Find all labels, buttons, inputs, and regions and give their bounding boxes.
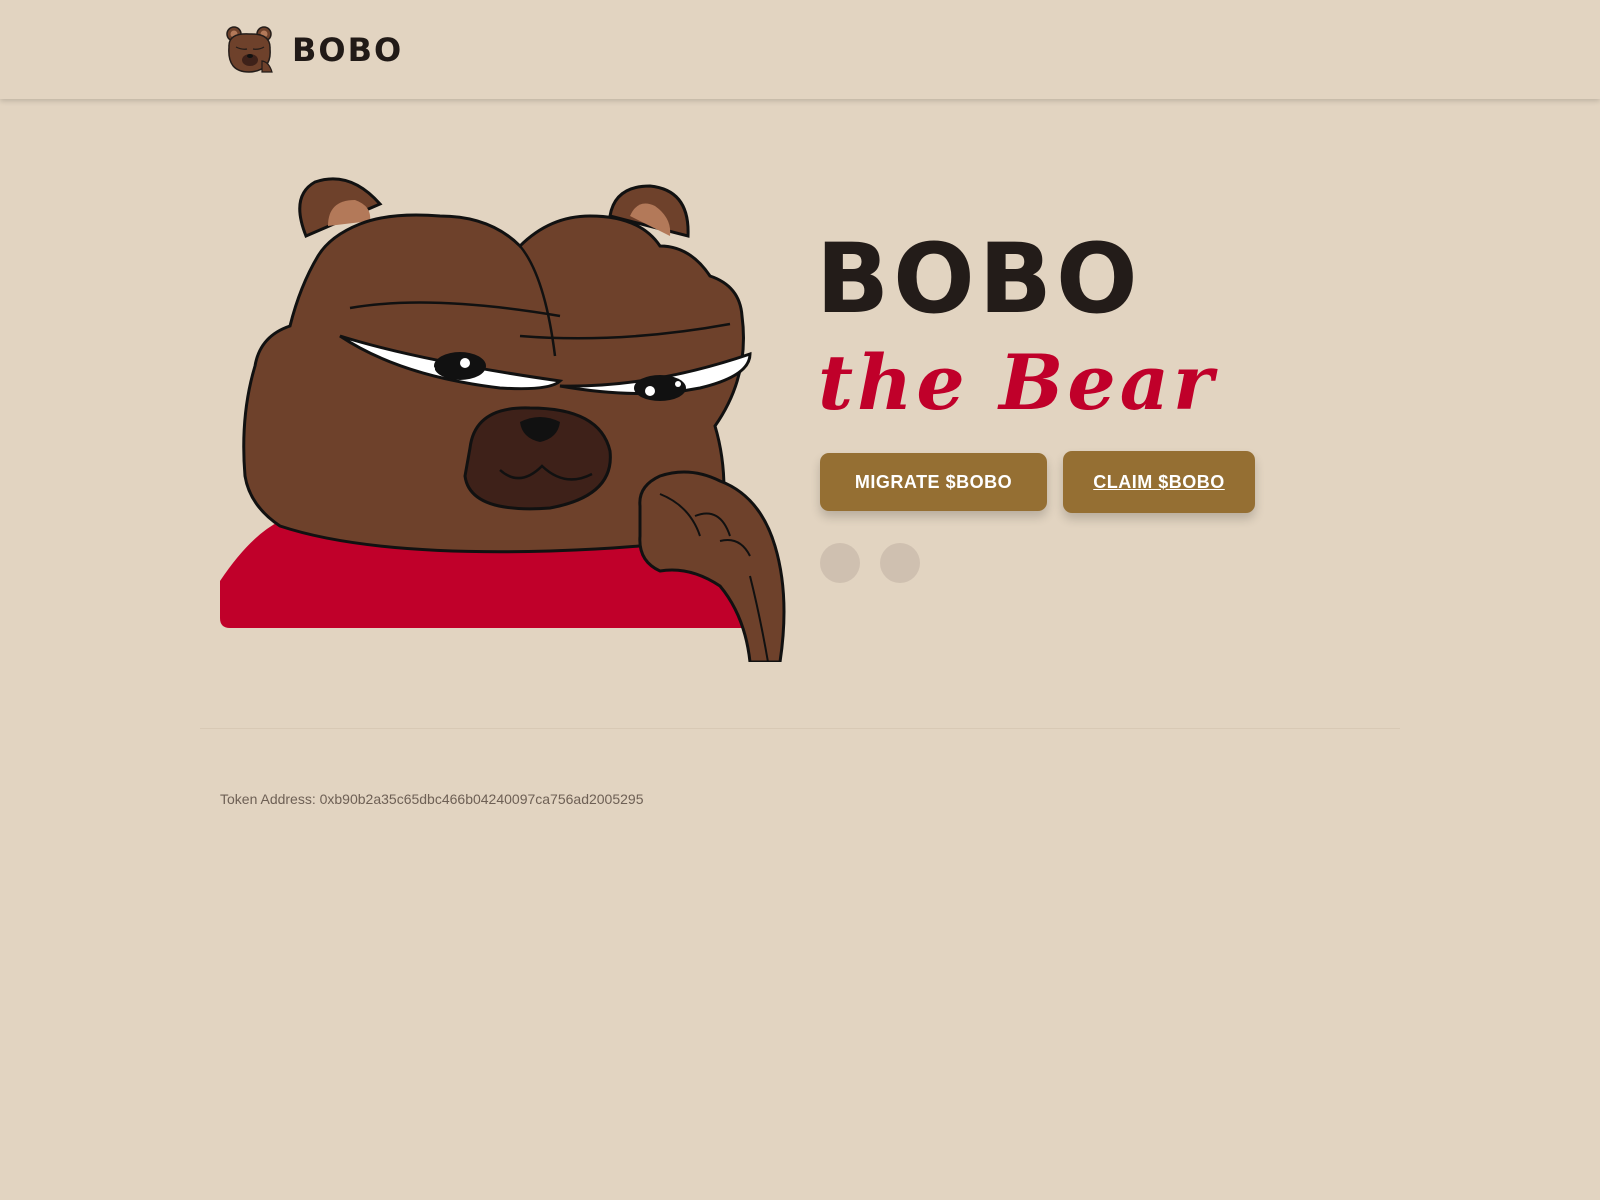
bear-face-icon — [226, 26, 273, 73]
top-nav-bar: BOBO — [0, 0, 1600, 99]
social-icon-1[interactable] — [820, 543, 860, 583]
token-address: Token Address: 0xb90b2a35c65dbc466b04240… — [220, 791, 644, 807]
claim-bobo-button[interactable]: CLAIM $BOBO — [1063, 451, 1255, 513]
home-logo-link[interactable]: BOBO — [224, 24, 403, 76]
brand-name: BOBO — [292, 31, 404, 69]
hero-title: BOBO — [816, 223, 1142, 335]
section-divider — [200, 728, 1400, 729]
hero-subtitle: the Bear — [818, 338, 1218, 427]
bear-thinking-illustration — [220, 177, 786, 662]
migrate-bobo-button[interactable]: MIGRATE $BOBO — [820, 453, 1047, 511]
social-icon-2[interactable] — [880, 543, 920, 583]
